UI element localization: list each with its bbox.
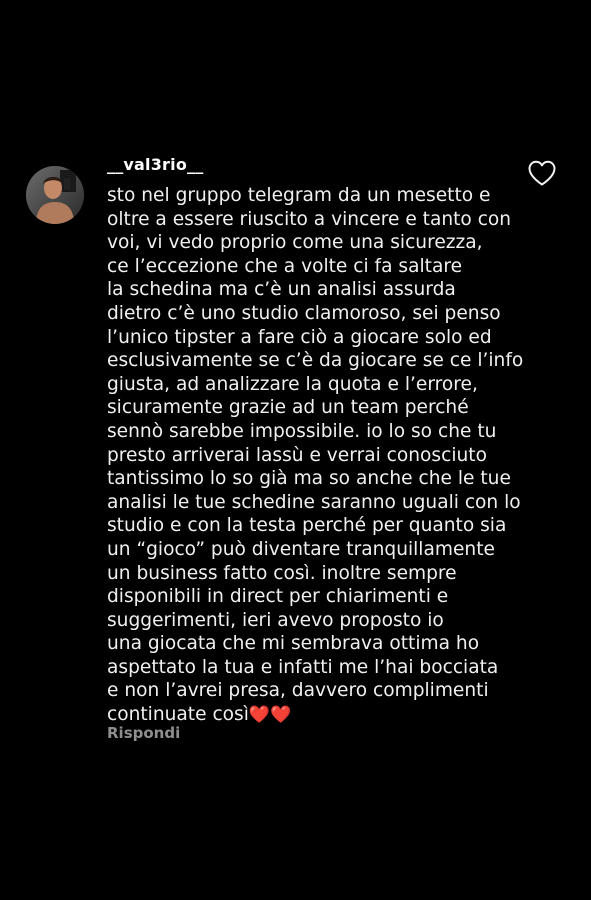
comment-body: sto nel gruppo telegram da un mesetto e …	[107, 185, 524, 726]
like-button[interactable]	[527, 159, 557, 187]
reply-button[interactable]: Rispondi	[107, 724, 180, 742]
username[interactable]: __val3rio__	[107, 155, 203, 174]
comment-text: sto nel gruppo telegram da un mesetto e …	[107, 184, 527, 728]
comment: __val3rio__ sto nel gruppo telegram da u…	[0, 0, 591, 900]
heart-outline-icon	[528, 160, 556, 186]
heart-emoji: ❤️❤️	[248, 705, 292, 726]
avatar-photo	[26, 166, 84, 224]
avatar[interactable]	[26, 166, 84, 224]
